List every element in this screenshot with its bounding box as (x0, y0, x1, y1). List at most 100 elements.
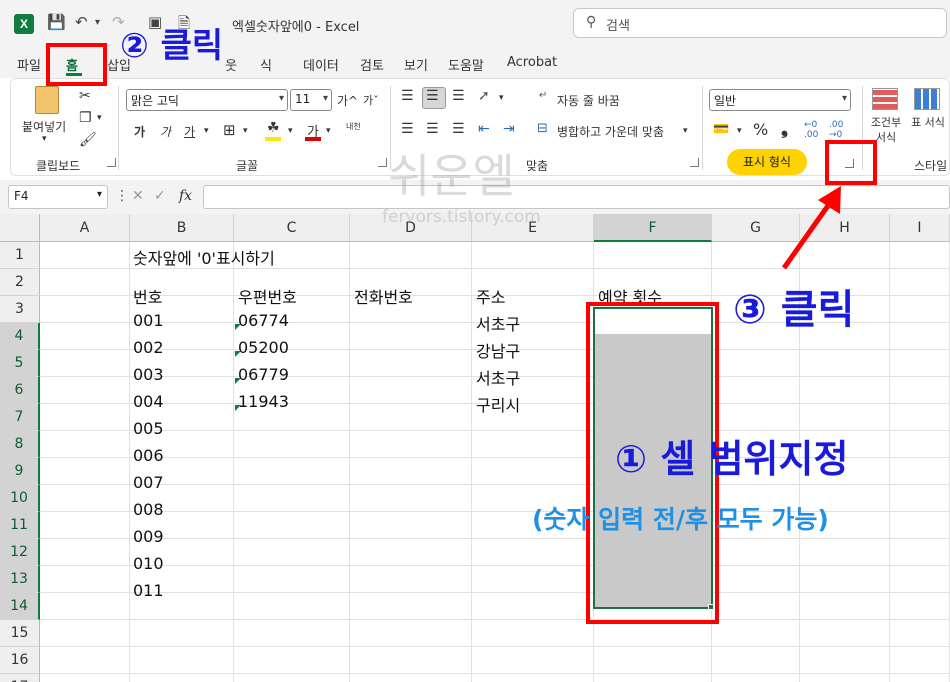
row-header-10[interactable]: 10 (0, 485, 40, 512)
row-header-11[interactable]: 11 (0, 512, 40, 539)
row-header-14[interactable]: 14 (0, 593, 40, 620)
comma-button[interactable]: ❟ (781, 118, 788, 139)
cell-b9[interactable]: 006 (133, 446, 164, 465)
increase-indent-icon[interactable]: ⇥ (503, 121, 515, 137)
row-header-9[interactable]: 9 (0, 458, 40, 485)
column-header-f[interactable]: F (594, 214, 712, 242)
name-box[interactable]: F4 ▾ (8, 185, 108, 209)
cell-b10[interactable]: 007 (133, 473, 164, 492)
cell-b4[interactable]: 001 (133, 311, 164, 330)
cell-e5[interactable]: 강남구 (476, 338, 520, 362)
grow-font-button[interactable]: 가^ (337, 92, 358, 109)
cell-b13[interactable]: 010 (133, 554, 164, 573)
menu-formulas[interactable]: 식 (260, 55, 272, 74)
column-header-a[interactable]: A (40, 214, 130, 242)
clipboard-launcher-icon[interactable] (107, 158, 116, 167)
row-header-17[interactable]: 17 (0, 674, 40, 682)
cell-b5[interactable]: 002 (133, 338, 164, 357)
undo-dropdown-icon[interactable]: ▾ (95, 17, 100, 28)
cancel-icon[interactable]: ✕ (132, 188, 144, 204)
decrease-indent-icon[interactable]: ⇤ (478, 121, 490, 137)
more-options-icon[interactable]: ⋮ (115, 188, 129, 204)
conditional-format-icon[interactable] (872, 88, 898, 110)
cell-b3[interactable]: 번호 (133, 284, 162, 308)
column-header-c[interactable]: C (234, 214, 350, 242)
cell-b1[interactable]: 숫자앞에 '0'표시하기 (133, 245, 275, 269)
fill-color-icon[interactable]: ☘ (267, 120, 280, 136)
cell-c3[interactable]: 우편번호 (238, 284, 297, 308)
menu-acrobat[interactable]: Acrobat (507, 55, 557, 70)
font-name-select[interactable]: 맑은 고딕 ▾ (126, 89, 288, 111)
paste-dropdown-icon[interactable]: ▾ (42, 134, 47, 144)
enter-icon[interactable]: ✓ (154, 188, 166, 204)
orientation-dropdown-icon[interactable]: ▾ (499, 93, 504, 103)
row-header-6[interactable]: 6 (0, 377, 40, 404)
font-color-dropdown-icon[interactable]: ▾ (326, 126, 331, 136)
increase-decimal-button[interactable]: ←0 .00 (804, 120, 826, 140)
cell-e6[interactable]: 서초구 (476, 365, 520, 389)
cell-b8[interactable]: 005 (133, 419, 164, 438)
paste-button[interactable]: 붙여넣기 (22, 118, 66, 135)
copy-dropdown-icon[interactable]: ▾ (97, 113, 102, 123)
border-icon[interactable]: ⊞ (223, 121, 236, 139)
align-bottom-icon[interactable]: ☰ (452, 88, 465, 104)
menu-view[interactable]: 보기 (404, 55, 428, 74)
underline-button[interactable]: 가 (184, 123, 195, 140)
cell-d3[interactable]: 전화번호 (354, 284, 413, 308)
menu-review[interactable]: 검토 (360, 55, 384, 74)
cut-icon[interactable]: ✂ (79, 88, 91, 104)
border-dropdown-icon[interactable]: ▾ (243, 126, 248, 136)
row-header-5[interactable]: 5 (0, 350, 40, 377)
accounting-dropdown-icon[interactable]: ▾ (737, 126, 742, 136)
cell-c4[interactable]: 06774 (238, 311, 289, 330)
insert-function-icon[interactable]: fx (179, 188, 192, 204)
cell-b14[interactable]: 011 (133, 581, 164, 600)
percent-button[interactable]: % (753, 120, 768, 139)
row-header-3[interactable]: 3 (0, 296, 40, 323)
format-painter-icon[interactable]: 🖌 (79, 132, 97, 148)
cell-b11[interactable]: 008 (133, 500, 164, 519)
wrap-text-button[interactable]: 자동 줄 바꿈 (557, 92, 620, 109)
underline-dropdown-icon[interactable]: ▾ (204, 126, 209, 136)
row-header-8[interactable]: 8 (0, 431, 40, 458)
column-header-i[interactable]: I (890, 214, 950, 242)
copy-icon[interactable]: ❐ (79, 110, 92, 126)
cell-b12[interactable]: 009 (133, 527, 164, 546)
menu-page-layout[interactable]: 웃 (225, 55, 237, 74)
decrease-decimal-button[interactable]: .00 →0 (829, 120, 851, 140)
align-left-icon[interactable]: ☰ (401, 121, 414, 137)
align-center-icon[interactable]: ☰ (426, 121, 439, 137)
row-header-7[interactable]: 7 (0, 404, 40, 431)
row-header-13[interactable]: 13 (0, 566, 40, 593)
fill-dropdown-icon[interactable]: ▾ (288, 126, 293, 136)
cell-b6[interactable]: 003 (133, 365, 164, 384)
align-right-icon[interactable]: ☰ (452, 121, 465, 137)
row-header-2[interactable]: 2 (0, 269, 40, 296)
column-header-b[interactable]: B (130, 214, 234, 242)
merge-center-button[interactable]: 병합하고 가운데 맞춤 (557, 123, 664, 140)
phonetic-button[interactable]: 내천 (346, 121, 361, 132)
alignment-launcher-icon[interactable] (690, 158, 699, 167)
format-as-table-icon[interactable] (914, 88, 940, 110)
menu-help[interactable]: 도움말 (448, 55, 484, 74)
accounting-format-icon[interactable]: 💳 (713, 122, 729, 137)
font-size-select[interactable]: 11 ▾ (290, 89, 332, 111)
cell-c5[interactable]: 05200 (238, 338, 289, 357)
cell-b7[interactable]: 004 (133, 392, 164, 411)
italic-button[interactable]: 가 (160, 123, 171, 140)
align-top-icon[interactable]: ☰ (401, 88, 414, 104)
cell-c7[interactable]: 11943 (238, 392, 289, 411)
row-header-4[interactable]: 4 (0, 323, 40, 350)
undo-icon[interactable]: ↶ (75, 13, 88, 31)
select-all-button[interactable] (0, 214, 40, 242)
menu-data[interactable]: 데이터 (303, 55, 339, 74)
menu-file[interactable]: 파일 (17, 55, 41, 74)
row-header-16[interactable]: 16 (0, 647, 40, 674)
cell-e4[interactable]: 서초구 (476, 311, 520, 335)
cell-e7[interactable]: 구리시 (476, 392, 520, 416)
format-as-table-button[interactable]: 표 서식 (910, 115, 946, 130)
save-icon[interactable]: 💾 (47, 13, 66, 31)
row-header-1[interactable]: 1 (0, 242, 40, 269)
bold-button[interactable]: 가 (134, 123, 145, 140)
number-format-select[interactable]: 일반 ▾ (709, 89, 851, 111)
